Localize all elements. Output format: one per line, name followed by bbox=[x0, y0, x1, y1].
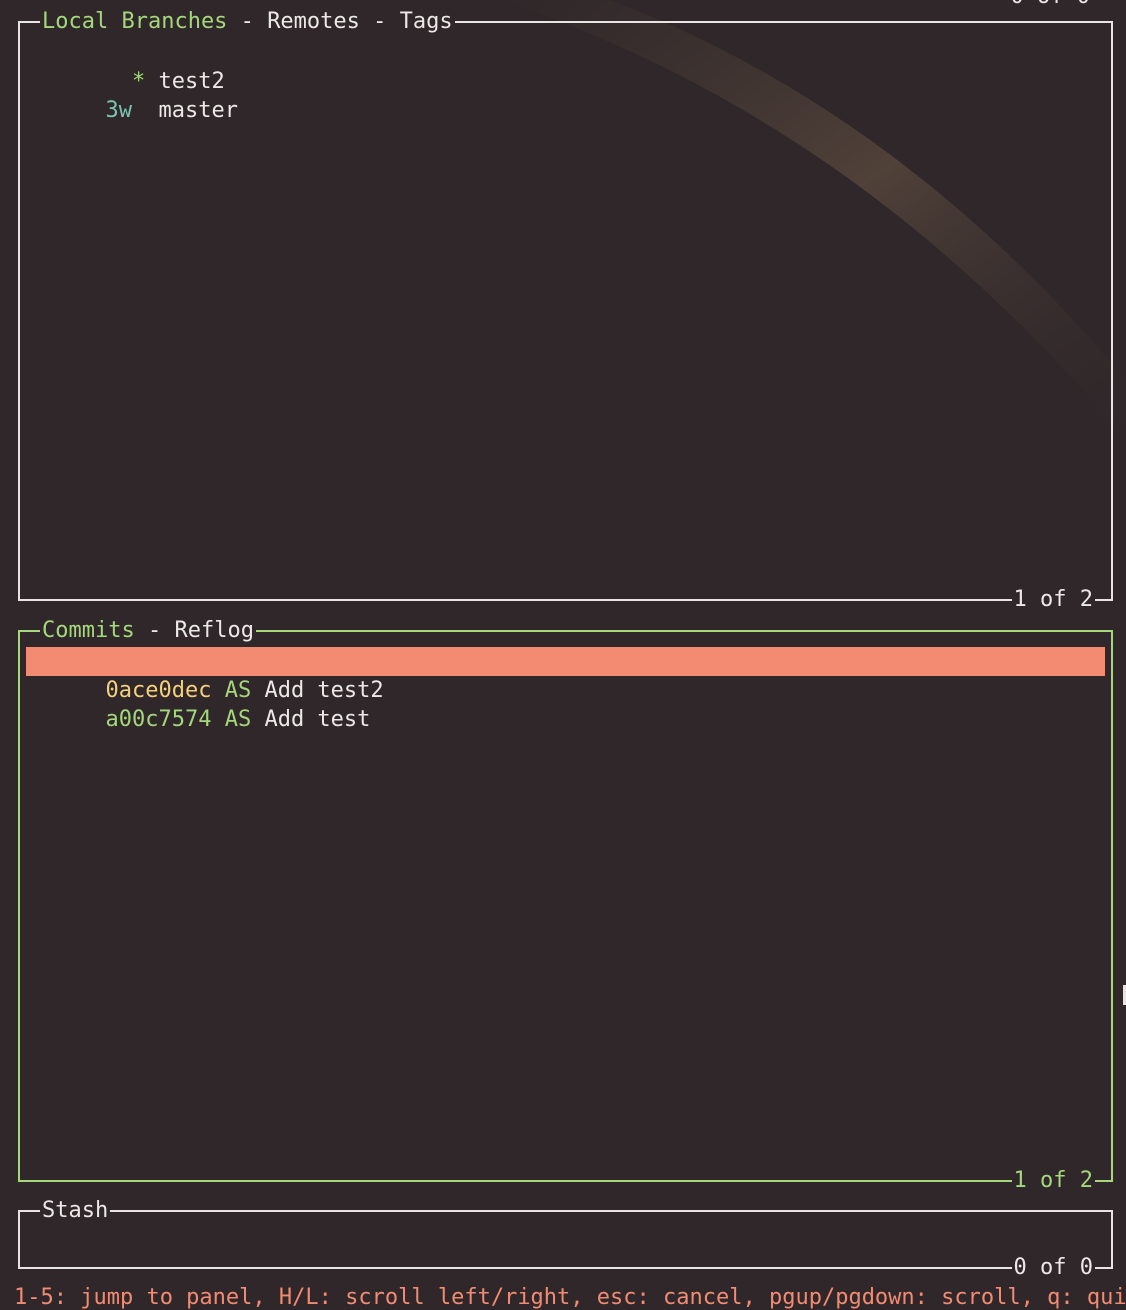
tab-local-branches[interactable]: Local Branches bbox=[42, 9, 227, 34]
branch-row-master[interactable]: 3w master bbox=[26, 67, 1105, 123]
title-separator: - bbox=[134, 618, 175, 643]
tab-commits[interactable]: Commits bbox=[42, 618, 135, 643]
commits-panel-title: Commits - Reflog bbox=[40, 618, 256, 644]
title-separator: - bbox=[359, 9, 400, 34]
branch-name: master bbox=[158, 98, 238, 123]
commits-panel[interactable]: Commits - Reflog 0ace0dec AS Add test2 a… bbox=[18, 618, 1113, 1194]
commit-message: Add test bbox=[264, 707, 371, 732]
commit-hash: a00c7574 bbox=[105, 707, 212, 732]
branch-age: 3w bbox=[105, 98, 146, 123]
tab-remotes[interactable]: Remotes bbox=[267, 9, 360, 34]
branches-panel-counter: 1 of 2 bbox=[1011, 587, 1095, 613]
commits-panel-counter: 1 of 2 bbox=[1011, 1168, 1095, 1194]
branch-row-test2[interactable]: * test2 bbox=[26, 38, 1105, 94]
clipped-counter: 0 of 0 bbox=[1011, 0, 1090, 10]
branches-panel-title: Local Branches - Remotes - Tags bbox=[40, 9, 455, 35]
commit-author: AS bbox=[224, 707, 252, 732]
title-separator: - bbox=[227, 9, 268, 34]
keybinding-status-bar: 1-5: jump to panel, H/L: scroll left/rig… bbox=[14, 1285, 1126, 1310]
tab-tags[interactable]: Tags bbox=[400, 9, 453, 34]
branches-panel[interactable]: Local Branches - Remotes - Tags * test2 … bbox=[18, 9, 1113, 613]
tab-reflog[interactable]: Reflog bbox=[174, 618, 253, 643]
stash-panel-counter: 0 of 0 bbox=[1011, 1255, 1095, 1281]
commit-row[interactable]: a00c7574 AS Add test bbox=[26, 676, 1105, 732]
commit-row-selected[interactable]: 0ace0dec AS Add test2 bbox=[26, 647, 1105, 703]
terminal-screen: 0 of 0 Local Branches - Remotes - Tags *… bbox=[0, 0, 1126, 1310]
stash-panel-title[interactable]: Stash bbox=[40, 1198, 111, 1224]
stash-panel[interactable]: Stash 0 of 0 bbox=[18, 1198, 1113, 1281]
